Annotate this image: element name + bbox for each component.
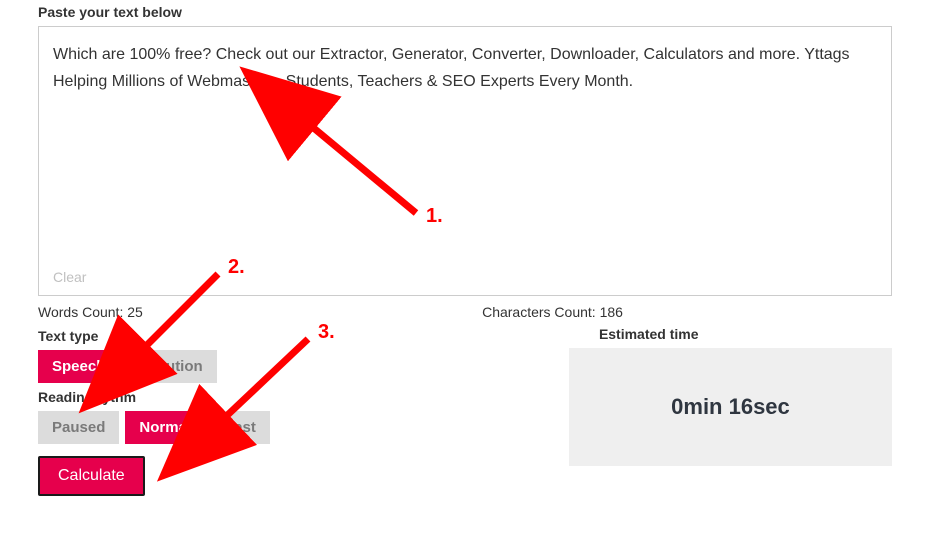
text-type-speech[interactable]: Speech (38, 350, 119, 383)
calculate-button[interactable]: Calculate (38, 456, 145, 496)
rythm-fast[interactable]: Fast (211, 411, 270, 444)
text-input[interactable] (53, 41, 877, 251)
rythm-paused[interactable]: Paused (38, 411, 119, 444)
reading-rythm-label: Reading rythm (38, 389, 559, 405)
chars-count-label: Characters Count: (482, 304, 600, 320)
clear-link[interactable]: Clear (53, 269, 86, 285)
chars-count-value: 186 (600, 304, 623, 320)
reading-rythm-options: Paused Normal Fast (38, 411, 559, 444)
text-type-label: Text type (38, 328, 559, 344)
estimated-time-value: 0min 16sec (671, 394, 790, 420)
text-type-locution[interactable]: Locution (125, 350, 216, 383)
estimated-time-box: 0min 16sec (569, 348, 892, 466)
textarea-container: Clear (38, 26, 892, 296)
text-type-options: Speech Locution (38, 350, 559, 383)
rythm-normal[interactable]: Normal (125, 411, 205, 444)
counts-row: Words Count: 25 Characters Count: 186 (38, 304, 892, 320)
paste-label: Paste your text below (38, 4, 892, 20)
words-count: Words Count: 25 (38, 304, 482, 320)
characters-count: Characters Count: 186 (482, 304, 892, 320)
words-count-value: 25 (127, 304, 143, 320)
estimated-time-label: Estimated time (599, 326, 892, 342)
words-count-label: Words Count: (38, 304, 127, 320)
